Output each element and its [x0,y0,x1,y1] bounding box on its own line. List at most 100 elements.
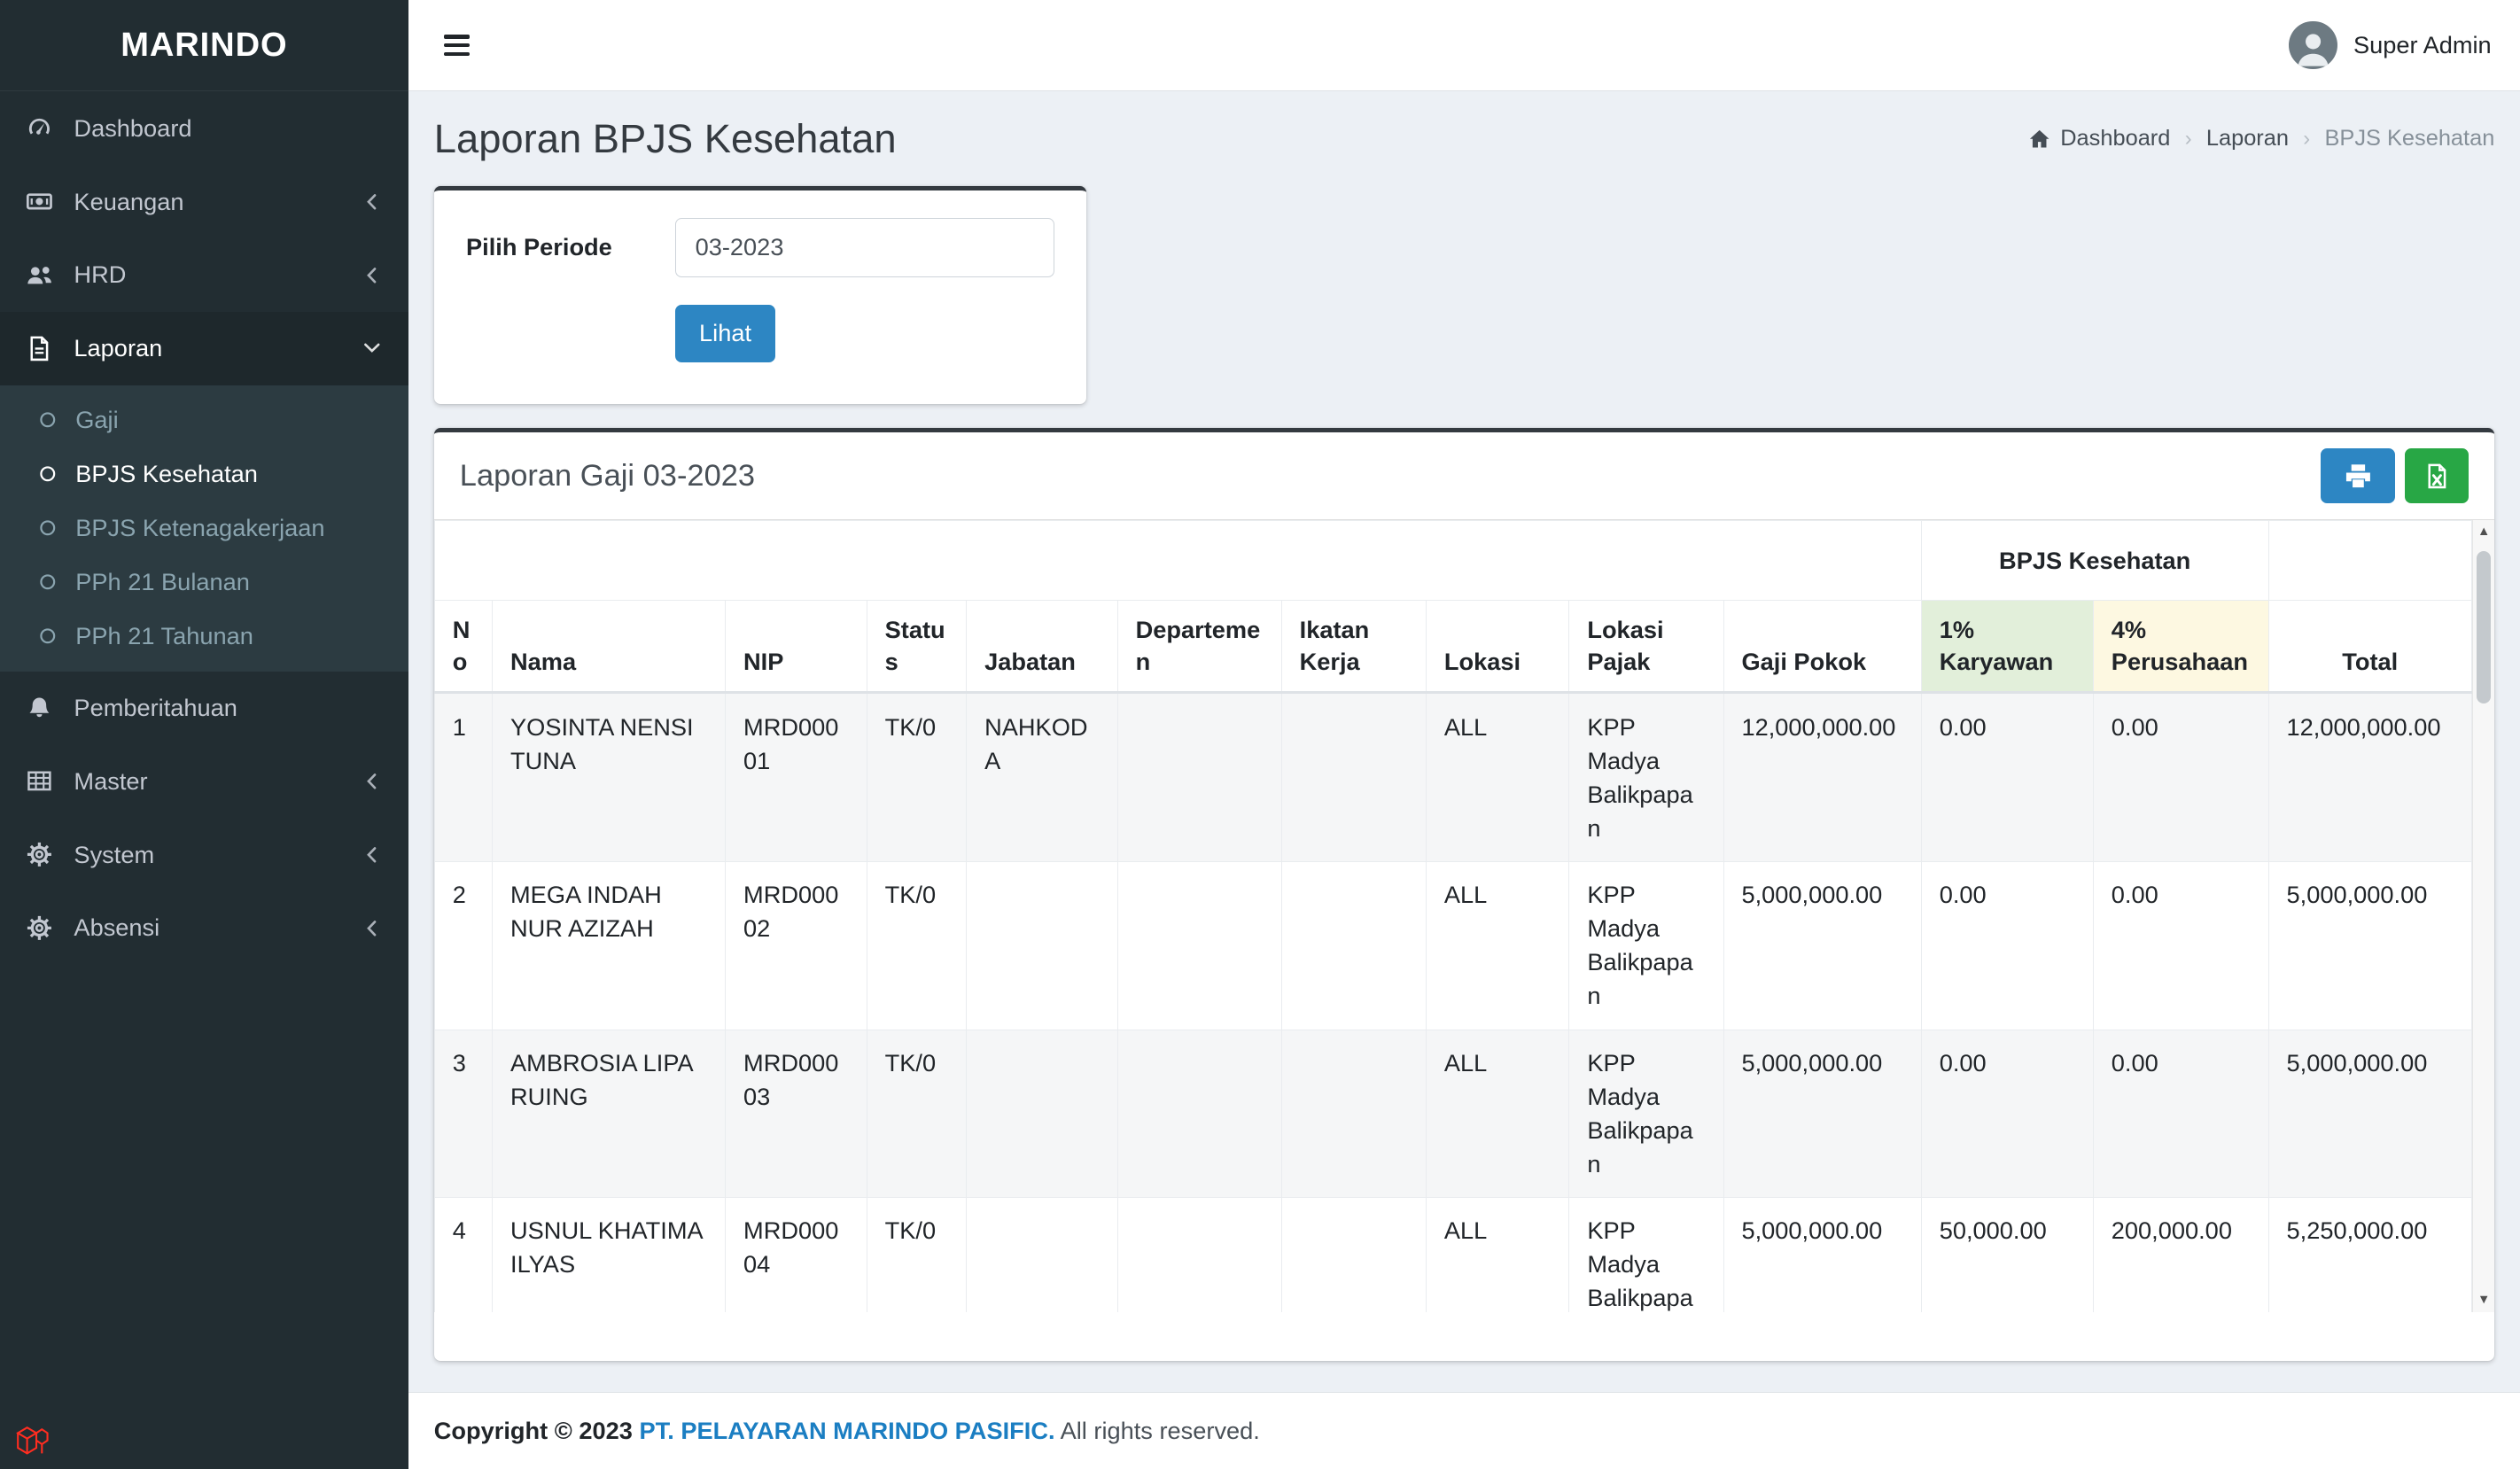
breadcrumb: Dashboard › Laporan › BPJS Kesehatan [2028,126,2494,152]
sidebar-item-pemberitahuan[interactable]: Pemberitahuan [0,672,408,745]
column-header-nip: NIP [725,600,867,695]
circle-o-icon [37,409,58,431]
submenu-item-label: Gaji [75,406,119,434]
column-header-ikatan-kerja: Ikatan Kerja [1280,600,1427,695]
sidebar-item-laporan[interactable]: Laporan [0,311,408,385]
footer-copyright: Copyright © 2023 [433,1416,633,1444]
cell-no: 2 [433,860,494,1030]
vertical-scrollbar[interactable]: ▲ ▼ [2471,520,2495,1313]
sidebar-item-label: Master [74,766,148,795]
group-header-spacer-right [2267,520,2472,601]
cell-jabatan [966,860,1118,1030]
breadcrumb-separator: › [2184,127,2192,151]
sidebar-item-keuangan[interactable]: Keuangan [0,165,408,238]
sidebar-nav: Dashboard Keuangan HRD Laporan Gaji BPJS Kese… [0,91,408,964]
lihat-button[interactable]: Lihat [674,304,776,362]
report-card: Laporan Gaji 03-2023 BPJS Kesehatan No N… [433,428,2495,1361]
print-button[interactable] [2321,448,2395,504]
cell-4-perusahaan: 0.00 [2092,1029,2269,1199]
cell-4-perusahaan: 0.00 [2092,692,2269,863]
cell-nama: AMBROSIA LIPA RUING [492,1029,727,1199]
chevron-left-icon [362,844,383,866]
cell-1-karyawan: 0.00 [1920,860,2094,1030]
breadcrumb-dashboard-label[interactable]: Dashboard [2060,126,2170,152]
breadcrumb-dashboard[interactable]: Dashboard [2028,126,2170,152]
cell-no: 4 [433,1197,494,1313]
gear-icon [26,841,53,868]
column-header-lokasi: Lokasi [1425,600,1570,695]
cell-gaji-pokok: 5,000,000.00 [1723,1197,1922,1313]
breadcrumb-laporan[interactable]: Laporan [2206,126,2289,152]
cell-ikatan-kerja [1280,860,1427,1030]
group-header-spacer-left [433,520,1922,601]
scroll-down-button[interactable]: ▼ [2473,1288,2494,1312]
printer-icon [2345,462,2372,490]
scroll-up-button[interactable]: ▲ [2473,520,2494,544]
content-area: Laporan BPJS Kesehatan Dashboard › Lapor… [408,91,2520,1391]
cell-departemen [1116,1197,1282,1313]
export-excel-button[interactable] [2404,448,2469,504]
main-column: Super Admin Laporan BPJS Kesehatan Dashb… [408,0,2520,1469]
cell-jabatan: NAHKODA [966,692,1118,863]
submenu-item-label: BPJS Kesehatan [75,460,258,488]
money-icon [26,188,53,215]
cell-lokasi: ALL [1425,1029,1570,1199]
dashboard-icon [26,114,53,142]
submenu-item-gaji[interactable]: Gaji [0,393,408,447]
submenu-item-label: PPh 21 Bulanan [75,568,250,596]
sidebar-item-dashboard[interactable]: Dashboard [0,91,408,165]
cell-jabatan [966,1029,1118,1199]
cell-lokasi-pajak: KPP Madya Balikpapan [1568,1197,1724,1313]
submenu-item-bpjs-ketenagakerjaan[interactable]: BPJS Ketenagakerjaan [0,501,408,556]
filter-actions: Lihat [466,304,1054,362]
chevron-left-icon [362,918,383,939]
cell-lokasi: ALL [1425,692,1570,863]
sidebar-item-hrd[interactable]: HRD [0,238,408,312]
cell-1-karyawan: 0.00 [1920,692,2094,863]
circle-o-icon [37,571,58,593]
footer-company-link[interactable]: PT. PELAYARAN MARINDO PASIFIC. [639,1417,1054,1444]
cell-1-karyawan: 50,000.00 [1920,1197,2094,1313]
page-title: Laporan BPJS Kesehatan [433,115,897,161]
sidebar-item-master[interactable]: Master [0,744,408,818]
cell-departemen [1116,860,1282,1030]
submenu-item-pph-21-bulanan[interactable]: PPh 21 Bulanan [0,556,408,610]
user-menu[interactable]: Super Admin [2289,20,2492,70]
brand-link[interactable]: MARINDO [0,0,408,92]
sidebar-item-system[interactable]: System [0,818,408,891]
cell-nip: MRD00001 [725,692,867,863]
cell-ikatan-kerja [1280,692,1427,863]
cell-ikatan-kerja [1280,1029,1427,1199]
report-actions [2321,448,2469,504]
chevron-down-icon [362,338,383,359]
sidebar-item-label: Pemberitahuan [74,694,237,722]
report-title: Laporan Gaji 03-2023 [459,458,756,493]
sidebar-item-label: Dashboard [74,113,192,142]
submenu-item-pph-21-tahunan[interactable]: PPh 21 Tahunan [0,610,408,664]
report-card-body: BPJS Kesehatan No Nama NIP Status Jabatan Depa… [433,520,2495,1361]
periode-input[interactable] [674,217,1054,277]
sidebar-item-absensi[interactable]: Absensi [0,891,408,965]
cell-lokasi-pajak: KPP Madya Balikpapan [1568,692,1724,863]
cell-gaji-pokok: 12,000,000.00 [1723,692,1922,863]
cell-1-karyawan: 0.00 [1920,1029,2094,1199]
file-icon [26,335,53,362]
sidebar: MARINDO Dashboard Keuangan HRD Laporan Gaji B… [0,0,408,1469]
cell-nama: YOSINTA NENSI TUNA [492,692,727,863]
cell-status: TK/0 [866,692,968,863]
filter-card: Pilih Periode Lihat [433,185,1087,405]
submenu-item-label: PPh 21 Tahunan [75,622,253,650]
column-header-gaji-pokok: Gaji Pokok [1723,600,1922,695]
circle-o-icon [37,463,58,485]
periode-label: Pilih Periode [466,233,612,261]
column-header-4-perusahaan: 4% Perusahaan [2092,600,2269,695]
submenu-item-bpjs-kesehatan[interactable]: BPJS Kesehatan [0,447,408,501]
sidebar-toggle-button[interactable] [437,25,476,66]
breadcrumb-separator: › [2303,127,2311,151]
scrollbar-thumb[interactable] [2476,550,2492,703]
breadcrumb-current: BPJS Kesehatan [2324,126,2495,152]
column-header-nama: Nama [492,600,727,695]
table-row: 3 AMBROSIA LIPA RUING MRD00003 TK/0 ALL KPP M… [433,1029,2472,1199]
gear-icon [26,914,53,942]
group-header-bpjs-kesehatan: BPJS Kesehatan [1920,520,2269,601]
